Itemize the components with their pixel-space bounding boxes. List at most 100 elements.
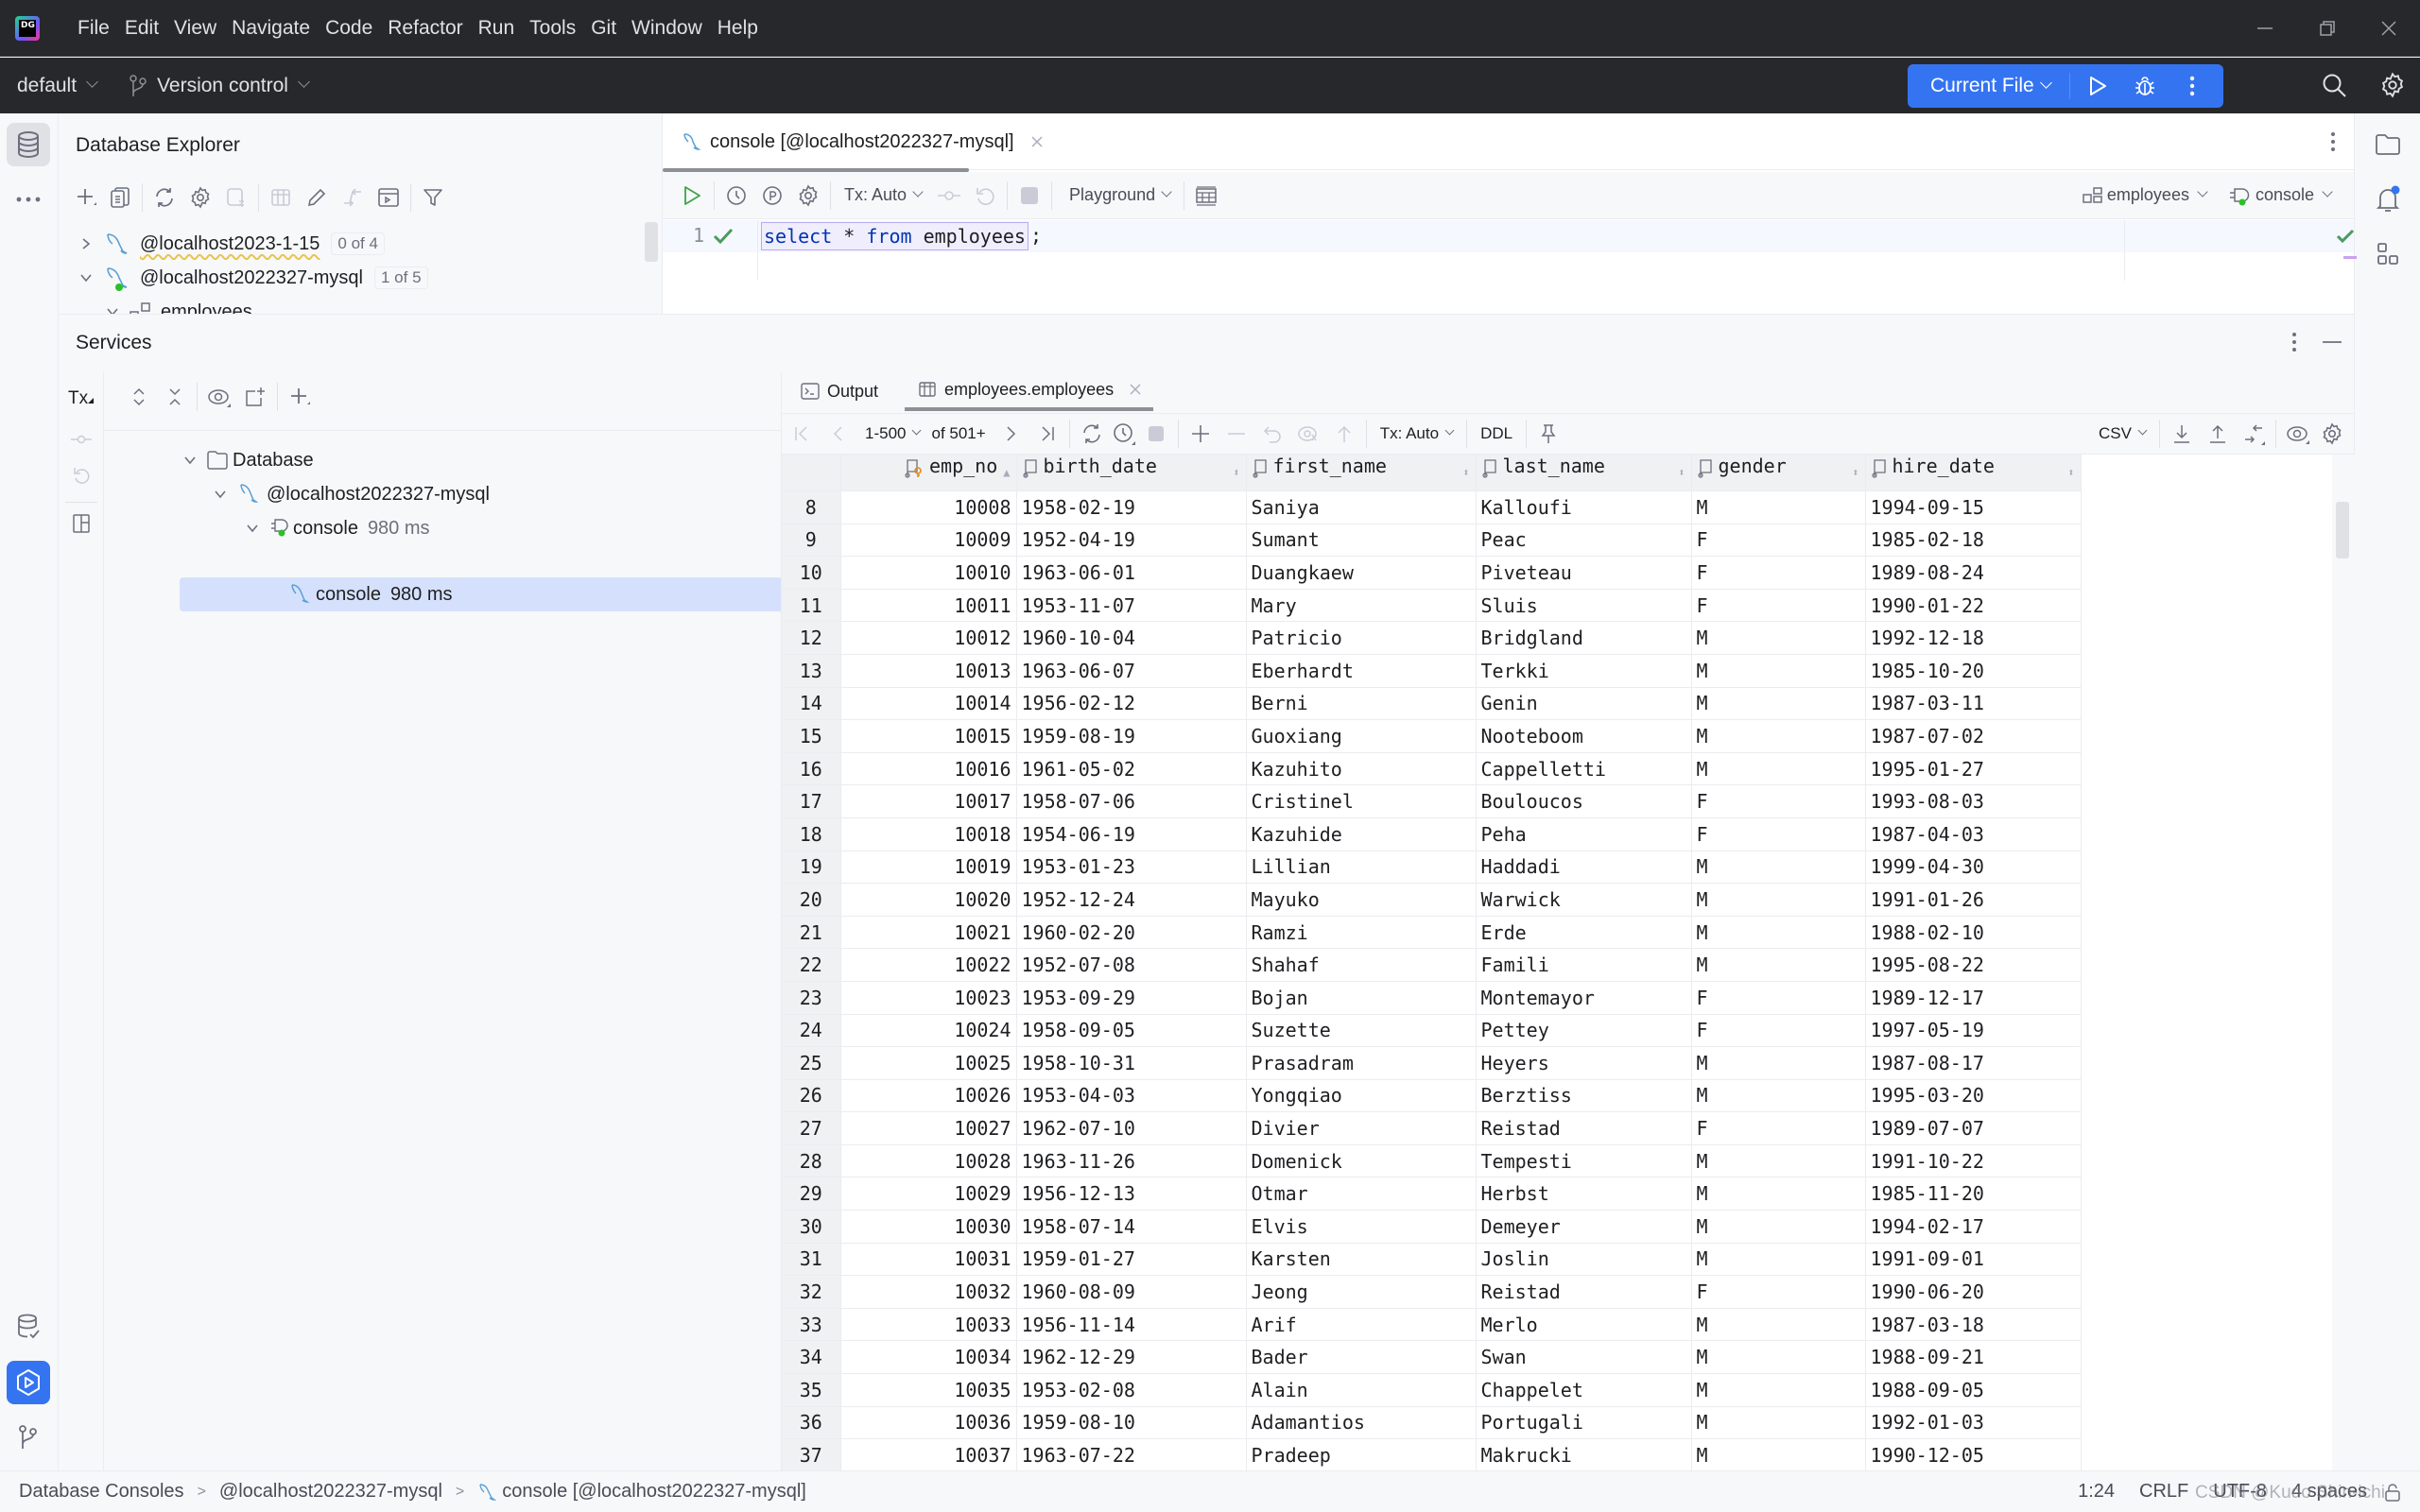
lock-icon[interactable] [2384,1483,2401,1502]
more-tool-windows-button[interactable] [7,178,50,221]
cell-first-name[interactable]: Yongqiao [1246,1079,1477,1113]
cell-emp-no[interactable]: 10020 [840,883,1017,917]
export-format-selector[interactable]: CSV [2099,424,2148,443]
cell-last-name[interactable]: Kalloufi [1476,490,1692,524]
cell-first-name[interactable]: Ramzi [1246,916,1477,950]
cell-emp-no[interactable]: 10010 [840,556,1017,590]
cell-hire-date[interactable]: 1987-04-03 [1865,817,2082,851]
cell-emp-no[interactable]: 10027 [840,1111,1017,1145]
cell-birth-date[interactable]: 1953-04-03 [1016,1079,1247,1113]
table-row[interactable]: 18 10018 1954-06-19 Kazuhide Peha F 1987-04-03 [782,817,2082,851]
table-row[interactable]: 8 10008 1958-02-19 Saniya Kalloufi M 1994-09-1… [782,490,2082,524]
cell-emp-no[interactable]: 10023 [840,981,1017,1015]
cell-last-name[interactable]: Peac [1476,524,1692,558]
cell-last-name[interactable]: Reistad [1476,1275,1692,1309]
project-files-toggle[interactable] [2366,123,2410,166]
cell-emp-no[interactable]: 10008 [840,490,1017,524]
cell-gender[interactable]: M [1691,687,1866,721]
add-button[interactable] [72,183,100,212]
console-button[interactable] [374,183,403,212]
sort-icon[interactable]: ⬍ [1462,455,1469,490]
sort-icon[interactable]: ⬍ [1678,455,1685,490]
cell-hire-date[interactable]: 1985-10-20 [1865,654,2082,688]
cell-gender[interactable]: F [1691,1014,1866,1048]
cell-last-name[interactable]: Heyers [1476,1046,1692,1080]
cell-gender[interactable]: F [1691,784,1866,818]
cell-gender[interactable]: F [1691,524,1866,558]
cell-first-name[interactable]: Shahaf [1246,948,1477,982]
column-header-gender[interactable]: gender ⬍ [1691,455,1866,491]
cell-first-name[interactable]: Prasadram [1246,1046,1477,1080]
menu-tools[interactable]: Tools [522,0,583,57]
cell-birth-date[interactable]: 1958-07-14 [1016,1210,1247,1244]
restore-button[interactable] [2296,0,2359,57]
cell-birth-date[interactable]: 1953-09-29 [1016,981,1247,1015]
cell-last-name[interactable]: Berztiss [1476,1079,1692,1113]
column-header-birth-date[interactable]: birth_date ⬍ [1016,455,1247,491]
vcs-selector[interactable]: Version control [129,74,310,98]
cell-emp-no[interactable]: 10034 [840,1340,1017,1375]
cell-last-name[interactable]: Demeyer [1476,1210,1692,1244]
cell-gender[interactable]: M [1691,1308,1866,1342]
cell-emp-no[interactable]: 10029 [840,1177,1017,1211]
cell-gender[interactable]: M [1691,1079,1866,1113]
run-config-selector[interactable]: Current File [1908,64,2052,108]
breadcrumb-item[interactable]: console [@localhost2022327-mysql] [502,1481,806,1503]
sort-icon[interactable]: ⬍ [1233,455,1239,490]
last-page-button[interactable] [1033,420,1062,448]
cell-gender[interactable]: M [1691,752,1866,786]
menu-refactor[interactable]: Refactor [380,0,470,57]
cell-birth-date[interactable]: 1963-06-07 [1016,654,1247,688]
commit-button[interactable] [67,425,95,454]
breadcrumb-item[interactable]: Database Consoles [19,1481,184,1503]
table-row[interactable]: 32 10032 1960-08-09 Jeong Reistad F 1990-06-20 [782,1275,2082,1309]
cell-emp-no[interactable]: 10032 [840,1275,1017,1309]
table-row[interactable]: 22 10022 1952-07-08 Shahaf Famili M 1995-08-22 [782,948,2082,982]
tab-console[interactable]: console [@localhost2022327-mysql] [682,113,1045,170]
compare-button[interactable] [338,183,367,212]
output-layout-button[interactable] [1192,181,1220,210]
cell-birth-date[interactable]: 1962-07-10 [1016,1111,1247,1145]
tree-node-localhost2023[interactable]: @localhost2023-1-15 0 of 4 [79,227,385,261]
ddl-button[interactable]: DDL [1480,424,1512,443]
cell-first-name[interactable]: Eberhardt [1246,654,1477,688]
sort-icon[interactable]: ⬍ [1852,455,1858,490]
cell-emp-no[interactable]: 10026 [840,1079,1017,1113]
cell-birth-date[interactable]: 1953-11-07 [1016,589,1247,623]
properties-button[interactable] [186,183,215,212]
column-header-emp-no[interactable]: ▲ emp_no [840,455,1017,491]
code-editor[interactable]: 1 select * from employees ; [663,220,2357,281]
cell-hire-date[interactable]: 1988-09-05 [1865,1373,2082,1407]
cell-gender[interactable]: F [1691,817,1866,851]
table-row[interactable]: 24 10024 1958-09-05 Suzette Pettey F 1997-05-1… [782,1014,2082,1048]
table-row[interactable]: 33 10033 1956-11-14 Arif Merlo M 1987-03-18 [782,1308,2082,1342]
table-row[interactable]: 15 10015 1959-08-19 Guoxiang Nooteboom M 1987-… [782,719,2082,753]
cell-first-name[interactable]: Domenick [1246,1144,1477,1178]
cell-birth-date[interactable]: 1963-11-26 [1016,1144,1247,1178]
delete-row-button[interactable] [1222,420,1251,448]
console-settings-button[interactable] [794,181,822,210]
table-row[interactable]: 29 10029 1956-12-13 Otmar Herbst M 1985-11-20 [782,1177,2082,1211]
filter-button[interactable] [419,183,447,212]
cell-last-name[interactable]: Piveteau [1476,556,1692,590]
cell-first-name[interactable]: Bojan [1246,981,1477,1015]
cell-last-name[interactable]: Tempesti [1476,1144,1692,1178]
cell-birth-date[interactable]: 1956-02-12 [1016,687,1247,721]
cell-last-name[interactable]: Reistad [1476,1111,1692,1145]
git-toggle[interactable] [7,1416,50,1459]
cell-hire-date[interactable]: 1992-12-18 [1865,621,2082,655]
column-header-hire-date[interactable]: hire_date ⬍ [1865,455,2082,491]
cell-birth-date[interactable]: 1958-10-31 [1016,1046,1247,1080]
cell-last-name[interactable]: Genin [1476,687,1692,721]
cell-birth-date[interactable]: 1958-09-05 [1016,1014,1247,1048]
cell-emp-no[interactable]: 10037 [840,1438,1017,1471]
more-actions-button[interactable] [2178,72,2206,100]
scrollbar-thumb[interactable] [2336,502,2349,558]
cell-gender[interactable]: M [1691,621,1866,655]
cell-first-name[interactable]: Lillian [1246,850,1477,885]
cancel-query-button[interactable] [1142,420,1170,448]
cell-last-name[interactable]: Sluis [1476,589,1692,623]
cell-birth-date[interactable]: 1960-10-04 [1016,621,1247,655]
reload-button[interactable] [1078,420,1106,448]
table-row[interactable]: 34 10034 1962-12-29 Bader Swan M 1988-09-21 [782,1340,2082,1375]
